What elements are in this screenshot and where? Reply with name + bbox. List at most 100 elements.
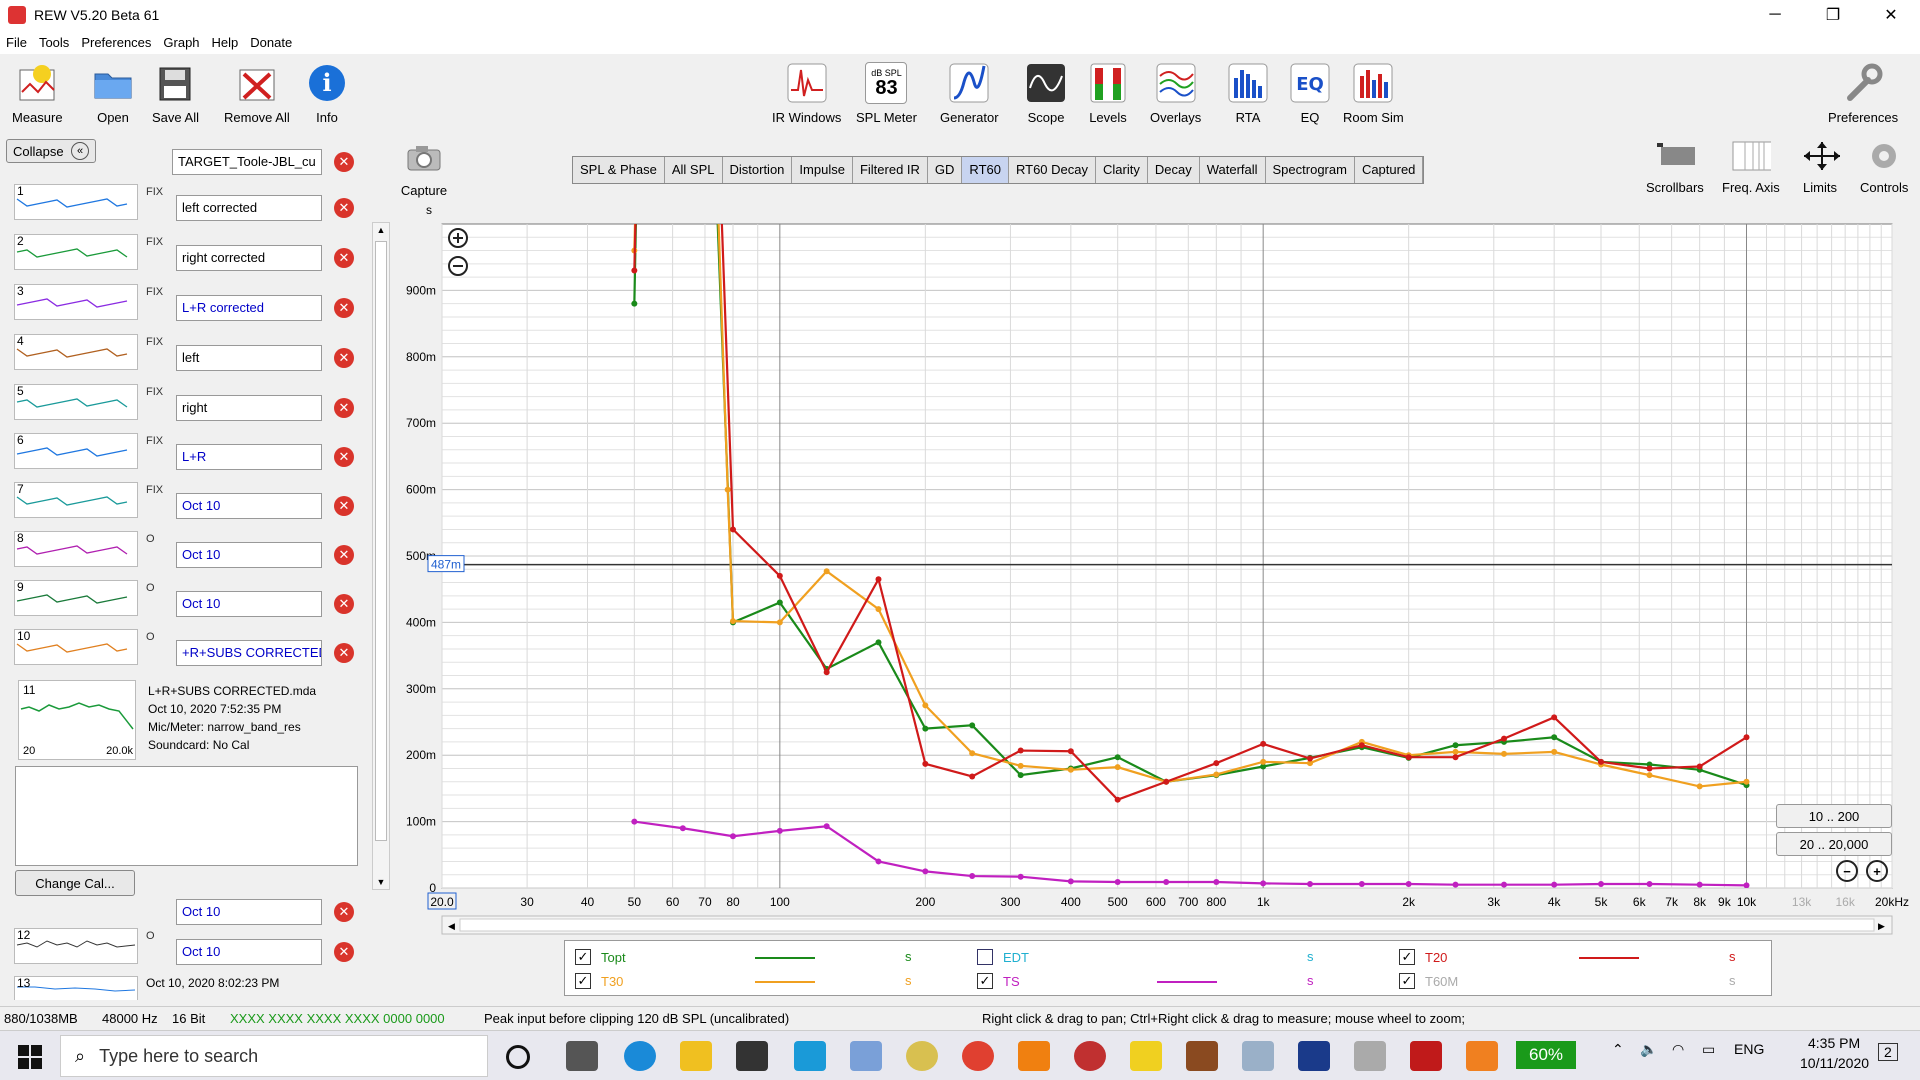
scroll-up-icon[interactable]: ▲ xyxy=(374,225,388,235)
tab-spectrogram[interactable]: Spectrogram xyxy=(1266,157,1355,183)
tab-clarity[interactable]: Clarity xyxy=(1096,157,1148,183)
measurement-thumbnail[interactable] xyxy=(14,184,138,220)
checkbox-icon[interactable]: ✓ xyxy=(1399,949,1415,965)
close-window-button[interactable]: ✕ xyxy=(1862,0,1920,30)
delete-measurement-icon[interactable]: ✕ xyxy=(334,447,354,467)
measurement-name-field[interactable]: Oct 10 xyxy=(176,542,322,568)
ir-windows-button[interactable]: IR Windows xyxy=(772,62,841,125)
measurement-name-field[interactable]: Oct 10 xyxy=(176,939,322,965)
cortana-icon[interactable] xyxy=(506,1045,530,1069)
volume-icon[interactable]: 🔈 xyxy=(1640,1041,1657,1058)
delete-measurement-icon[interactable]: ✕ xyxy=(334,198,354,218)
menu-help[interactable]: Help xyxy=(212,35,239,50)
measure-button[interactable]: Measure xyxy=(12,62,63,125)
spl-meter-button[interactable]: dB SPL 83 SPL Meter xyxy=(856,62,917,125)
horizontal-scroll-thumb[interactable] xyxy=(459,918,1875,932)
laptop-app-icon[interactable] xyxy=(850,1041,882,1071)
checkbox-icon[interactable]: ✓ xyxy=(977,973,993,989)
disc-app-icon[interactable] xyxy=(906,1041,938,1071)
measurement-thumbnail[interactable] xyxy=(14,234,138,270)
freq-axis-button[interactable]: Freq. Axis xyxy=(1722,140,1780,195)
left-panel-scrollbar[interactable]: ▲ ▼ xyxy=(372,222,390,890)
tab-all-spl[interactable]: All SPL xyxy=(665,157,723,183)
measurement-name-field[interactable]: Oct 10 xyxy=(176,899,322,925)
delete-measurement-icon[interactable]: ✕ xyxy=(334,545,354,565)
clock-date[interactable]: 10/11/2020 xyxy=(1800,1055,1869,1071)
measurement-thumbnail[interactable] xyxy=(14,629,138,665)
range-20-20000-button[interactable]: 20 .. 20,000 xyxy=(1776,832,1892,856)
delete-measurement-icon[interactable]: ✕ xyxy=(334,348,354,368)
legend-item-t30[interactable]: ✓ T30 xyxy=(575,973,623,989)
limits-button[interactable]: Limits xyxy=(1800,140,1840,195)
measurement-row[interactable]: 7 FIX Oct 10 ✕ xyxy=(4,478,364,526)
tab-captured[interactable]: Captured xyxy=(1355,157,1424,183)
measurement-row[interactable]: 1 FIX left corrected ✕ xyxy=(4,180,364,228)
checkbox-icon[interactable]: ✓ xyxy=(575,973,591,989)
measurement-row[interactable]: 9 O Oct 10 ✕ xyxy=(4,576,364,624)
measurement-thumbnail[interactable] xyxy=(14,482,138,518)
legend-item-topt[interactable]: ✓ Topt xyxy=(575,949,626,965)
measurement-row[interactable]: 8 O Oct 10 ✕ xyxy=(4,527,364,575)
delete-measurement-icon[interactable]: ✕ xyxy=(334,902,354,922)
windows-start-icon[interactable] xyxy=(18,1045,42,1069)
legend-item-ts[interactable]: ✓ TS xyxy=(977,973,1020,989)
tab-gd[interactable]: GD xyxy=(928,157,963,183)
measurement-thumbnail[interactable] xyxy=(14,284,138,320)
delete-target-icon[interactable]: ✕ xyxy=(334,152,354,172)
remove-all-button[interactable]: Remove All xyxy=(224,62,290,125)
preferences-button[interactable]: Preferences xyxy=(1828,62,1898,125)
measurement-name-field[interactable]: left xyxy=(176,345,322,371)
rta-button[interactable]: RTA xyxy=(1227,62,1269,125)
capture-button[interactable]: Capture xyxy=(398,144,450,198)
taskbar-search-box[interactable]: ⌕ Type here to search xyxy=(60,1035,488,1077)
checkbox-icon[interactable]: ✓ xyxy=(1399,973,1415,989)
scroll-down-icon[interactable]: ▼ xyxy=(374,877,388,887)
task-view-icon[interactable] xyxy=(566,1041,598,1071)
tab-decay[interactable]: Decay xyxy=(1148,157,1200,183)
rt60-graph[interactable]: 0100m200m300m400m500m600m700m800m900ms20… xyxy=(394,200,1920,936)
delete-measurement-icon[interactable]: ✕ xyxy=(334,643,354,663)
legend-item-edt[interactable]: EDT xyxy=(977,949,1029,965)
store-icon[interactable] xyxy=(736,1041,768,1071)
delete-measurement-icon[interactable]: ✕ xyxy=(334,298,354,318)
tab-impulse[interactable]: Impulse xyxy=(792,157,853,183)
battery-widget[interactable]: 60% xyxy=(1516,1041,1576,1069)
delete-measurement-icon[interactable]: ✕ xyxy=(334,398,354,418)
measurement-row[interactable]: 13 Oct 10, 2020 8:02:23 PM xyxy=(4,972,364,1000)
delete-measurement-icon[interactable]: ✕ xyxy=(334,942,354,962)
measurement-thumbnail[interactable] xyxy=(14,976,138,1000)
tray-chevron-icon[interactable]: ⌃ xyxy=(1612,1041,1624,1058)
delete-measurement-icon[interactable]: ✕ xyxy=(334,594,354,614)
legend-item-t60m[interactable]: ✓ T60M xyxy=(1399,973,1458,989)
language-indicator[interactable]: ENG xyxy=(1734,1041,1764,1057)
menu-graph[interactable]: Graph xyxy=(163,35,199,50)
menu-file[interactable]: File xyxy=(6,35,27,50)
measurement-thumbnail[interactable] xyxy=(14,580,138,616)
restore-button[interactable]: ❐ xyxy=(1804,0,1862,30)
tab-spl-phase[interactable]: SPL & Phase xyxy=(573,157,665,183)
tab-waterfall[interactable]: Waterfall xyxy=(1200,157,1266,183)
scroll-thumb[interactable] xyxy=(375,241,387,841)
winrar-icon[interactable] xyxy=(1186,1041,1218,1071)
measurement-name-field[interactable]: right corrected xyxy=(176,245,322,271)
measurement-thumbnail[interactable] xyxy=(14,531,138,567)
measurement-row[interactable]: 3 FIX L+R corrected ✕ xyxy=(4,280,364,328)
tab-distortion[interactable]: Distortion xyxy=(723,157,793,183)
open-button[interactable]: Open xyxy=(92,62,134,125)
measurement-name-field[interactable]: L+R xyxy=(176,444,322,470)
measurement-row[interactable]: 4 FIX left ✕ xyxy=(4,330,364,378)
measurement-name-field[interactable]: right xyxy=(176,395,322,421)
measurement-row[interactable]: 12 O Oct 10 ✕ xyxy=(4,924,364,972)
ruler-app-icon[interactable] xyxy=(1242,1041,1274,1071)
measurement-row[interactable]: 2 FIX right corrected ✕ xyxy=(4,230,364,278)
target-name-field[interactable]: TARGET_Toole-JBL_cu xyxy=(172,149,322,175)
checkbox-icon[interactable] xyxy=(977,949,993,965)
measurement-thumbnail[interactable] xyxy=(14,334,138,370)
wifi-icon[interactable]: ◠ xyxy=(1672,1041,1684,1058)
menu-tools[interactable]: Tools xyxy=(39,35,69,50)
zoom-out-y-icon[interactable] xyxy=(448,256,468,276)
l-app-icon[interactable] xyxy=(794,1041,826,1071)
overlays-button[interactable]: Overlays xyxy=(1150,62,1201,125)
grid-app-icon[interactable] xyxy=(1410,1041,1442,1071)
levels-button[interactable]: Levels xyxy=(1087,62,1129,125)
